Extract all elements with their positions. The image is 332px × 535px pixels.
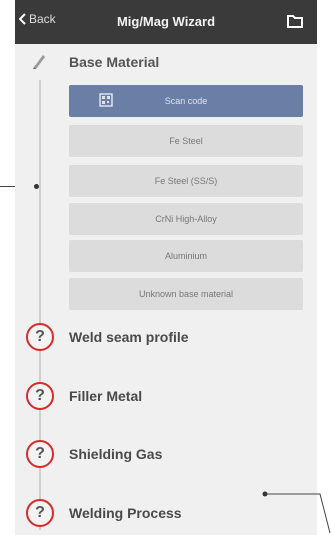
wizard-screen: Back Mig/Mag Wizard Base Material Scan c… — [15, 0, 317, 535]
option-label: Fe Steel — [169, 136, 203, 146]
step-weld-seam-profile[interactable]: Weld seam profile — [69, 329, 189, 345]
folder-icon[interactable] — [287, 14, 303, 33]
top-bar: Back Mig/Mag Wizard — [15, 0, 317, 44]
step-welding-process[interactable]: Welding Process — [69, 505, 182, 521]
pencil-icon — [31, 52, 47, 75]
page-title: Mig/Mag Wizard — [116, 14, 216, 29]
option-crni-high-alloy[interactable]: CrNi High-Alloy — [69, 203, 303, 235]
question-icon: ? — [26, 440, 54, 468]
option-label: CrNi High-Alloy — [155, 214, 217, 224]
option-aluminium[interactable]: Aluminium — [69, 240, 303, 272]
option-fe-steel[interactable]: Fe Steel — [69, 125, 303, 157]
option-label: Aluminium — [164, 251, 207, 261]
annotation-dot-left — [34, 184, 39, 189]
question-icon: ? — [26, 382, 54, 410]
step-filler-metal[interactable]: Filler Metal — [69, 388, 142, 404]
question-icon: ? — [26, 499, 54, 527]
option-fe-steel-ss[interactable]: Fe Steel (SS/S) — [69, 165, 303, 197]
qr-code-icon — [99, 93, 113, 109]
base-material-title: Base Material — [69, 54, 160, 70]
step-shielding-gas[interactable]: Shielding Gas — [69, 446, 162, 462]
scan-code-label: Scan code — [164, 96, 208, 106]
annotation-line-right — [262, 491, 331, 534]
scan-code-button[interactable]: Scan code — [69, 85, 303, 117]
option-unknown-base-material[interactable]: Unknown base material — [69, 278, 303, 310]
question-icon: ? — [26, 323, 54, 351]
option-label: Fe Steel (SS/S) — [154, 176, 218, 186]
option-label: Unknown base material — [138, 289, 234, 299]
